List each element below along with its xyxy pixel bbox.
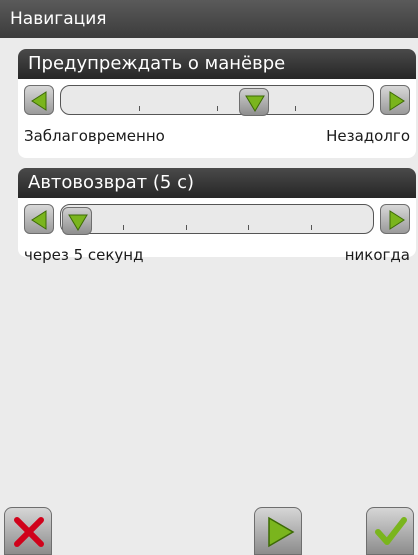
x-icon	[14, 517, 44, 547]
checkmark-icon	[375, 517, 407, 545]
track-tick	[123, 225, 125, 230]
window-title: Навигация	[0, 0, 418, 38]
setting-panel-auto-return: Автовозврат (5 с) через 5 секунд никогда	[18, 168, 416, 264]
next-button[interactable]	[254, 507, 302, 555]
track-tick	[310, 225, 312, 230]
slider-labels: Заблаговременно Незадолго	[18, 125, 416, 151]
slider-decrease-button[interactable]	[24, 204, 54, 234]
setting-header-auto-return: Автовозврат (5 с)	[18, 168, 416, 198]
slider-decrease-button[interactable]	[24, 85, 54, 115]
triangle-right-icon	[389, 210, 405, 230]
slider-min-label: через 5 секунд	[24, 246, 144, 264]
slider-increase-button[interactable]	[380, 85, 410, 115]
track-tick	[295, 106, 296, 111]
slider-track[interactable]	[60, 204, 374, 235]
slider-thumb[interactable]	[239, 88, 270, 116]
triangle-down-icon	[67, 214, 88, 231]
track-tick	[139, 106, 140, 111]
setting-panel-maneuver-warning: Предупреждать о манёвре Заблаговременно …	[18, 49, 416, 158]
slider-thumb[interactable]	[61, 207, 92, 235]
confirm-button[interactable]	[366, 507, 414, 555]
slider-labels: через 5 секунд никогда	[18, 244, 416, 270]
track-tick	[248, 225, 250, 230]
slider-max-label: никогда	[344, 246, 410, 264]
slider-auto-return	[18, 198, 416, 244]
slider-max-label: Незадолго	[326, 127, 410, 145]
play-icon	[268, 516, 295, 548]
triangle-left-icon	[31, 210, 47, 230]
triangle-right-icon	[389, 91, 405, 111]
track-tick	[185, 225, 187, 230]
bottom-toolbar	[0, 507, 418, 555]
setting-header-maneuver-warning: Предупреждать о манёвре	[18, 49, 416, 79]
cancel-button[interactable]	[4, 507, 52, 555]
triangle-left-icon	[31, 91, 47, 111]
slider-min-label: Заблаговременно	[24, 127, 165, 145]
slider-track[interactable]	[60, 85, 374, 116]
slider-maneuver-warning	[18, 79, 416, 125]
slider-increase-button[interactable]	[380, 204, 410, 234]
track-tick	[217, 106, 218, 111]
triangle-down-icon	[245, 95, 266, 112]
